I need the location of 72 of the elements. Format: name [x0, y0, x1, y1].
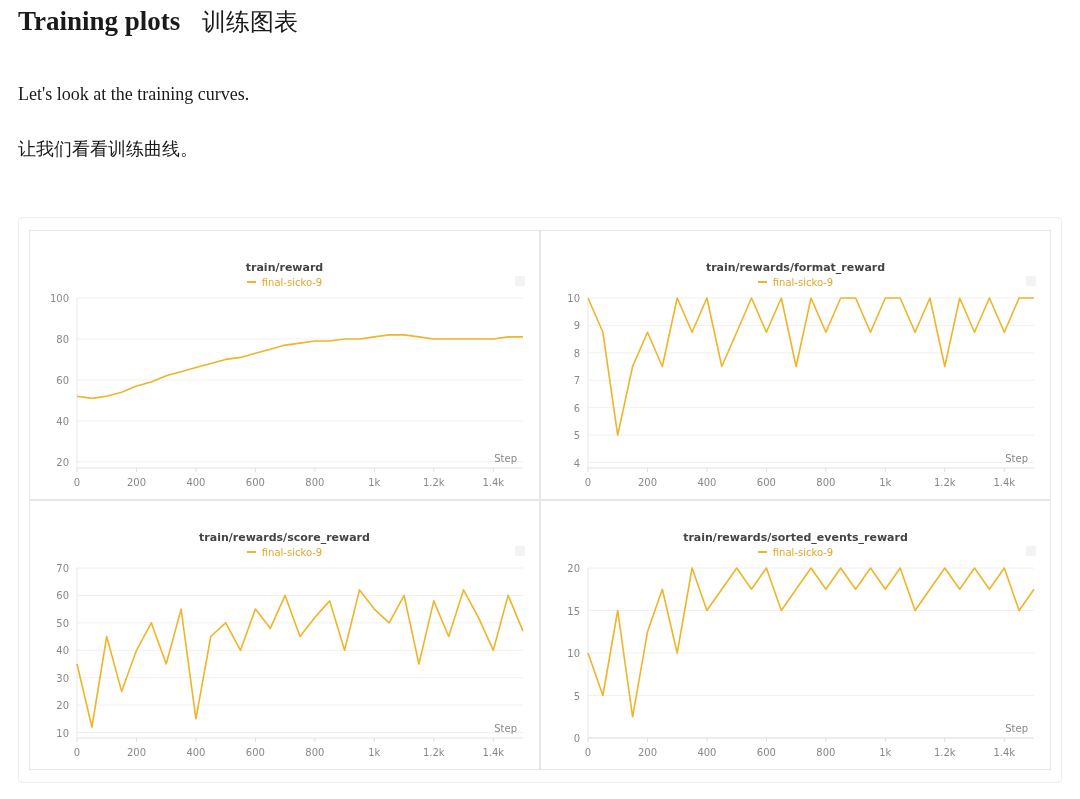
y-tick-label: 9	[573, 320, 580, 332]
x-tick-label: 1.2k	[933, 747, 956, 758]
x-tick-label: 800	[304, 477, 324, 488]
y-tick-label: 0	[573, 733, 580, 744]
x-axis-label: Step	[1004, 723, 1028, 734]
x-tick-label: 600	[756, 477, 776, 488]
x-tick-label: 1k	[367, 477, 380, 488]
heading-title: Training plots	[18, 6, 181, 37]
x-tick-label: 1.2k	[422, 747, 445, 758]
y-tick-label: 40	[55, 645, 69, 657]
x-tick-label: 1.4k	[992, 477, 1015, 488]
x-tick-label: 400	[696, 477, 716, 488]
y-tick-label: 15	[566, 605, 580, 617]
y-tick-label: 20	[55, 456, 69, 468]
y-tick-label: 30	[55, 672, 69, 684]
y-tick-label: 100	[49, 293, 69, 304]
paragraph: Let's look at the training curves.	[18, 84, 251, 105]
x-tick-label: 0	[73, 477, 80, 488]
x-tick-label: 600	[245, 477, 265, 488]
x-tick-label: 400	[185, 747, 205, 758]
paragraph: 让我们看看训练曲线。	[18, 138, 199, 161]
heading-subtitle: 训练图表	[202, 7, 299, 38]
legend-item: final-sicko-9	[757, 546, 834, 558]
x-tick-label: 200	[637, 477, 657, 488]
y-tick-label: 80	[55, 333, 69, 345]
x-tick-label: 400	[696, 747, 716, 758]
x-tick-label: 600	[245, 747, 265, 758]
x-axis-label: Step	[493, 453, 517, 464]
y-tick-label: 10	[566, 648, 580, 659]
legend-item: final-sicko-9	[246, 276, 323, 288]
x-tick-label: 1k	[878, 477, 891, 488]
y-tick-label: 60	[55, 590, 69, 602]
y-tick-label: 5	[573, 690, 580, 702]
x-tick-label: 200	[126, 477, 146, 488]
x-axis-label: Step	[493, 723, 517, 734]
y-tick-label: 50	[55, 617, 69, 629]
x-tick-label: 0	[73, 747, 80, 758]
legend-item: final-sicko-9	[757, 276, 834, 288]
x-tick-label: 200	[126, 747, 146, 758]
y-tick-label: 10	[55, 727, 69, 739]
y-tick-label: 8	[573, 347, 580, 359]
x-tick-label: 600	[756, 747, 776, 758]
x-axis-label: Step	[1004, 453, 1028, 464]
y-tick-label: 7	[573, 375, 580, 387]
y-tick-label: 60	[55, 374, 69, 386]
x-tick-label: 400	[185, 477, 205, 488]
y-tick-label: 20	[55, 700, 69, 712]
x-tick-label: 800	[815, 477, 835, 488]
chart-title: train/rewards/format_reward	[705, 261, 886, 274]
x-tick-label: 1.4k	[481, 747, 504, 758]
chart-title: train/reward	[245, 261, 324, 274]
y-tick-label: 20	[566, 563, 580, 574]
x-tick-label: 1.2k	[933, 477, 956, 488]
y-tick-label: 40	[55, 415, 69, 427]
chart-title: train/rewards/sorted_events_reward	[683, 531, 908, 544]
y-tick-label: 6	[573, 402, 580, 414]
x-tick-label: 800	[815, 747, 835, 758]
x-tick-label: 1k	[878, 747, 891, 758]
y-tick-label: 4	[573, 457, 580, 469]
x-tick-label: 200	[637, 747, 657, 758]
y-tick-label: 5	[573, 430, 580, 442]
x-tick-label: 800	[304, 747, 324, 758]
legend-item: final-sicko-9	[246, 546, 323, 558]
x-tick-label: 0	[584, 747, 591, 758]
y-tick-label: 70	[55, 563, 69, 574]
y-tick-label: 10	[566, 293, 580, 304]
chart-title: train/rewards/score_reward	[199, 531, 370, 544]
x-tick-label: 1.4k	[992, 747, 1015, 758]
x-tick-label: 1k	[367, 747, 380, 758]
x-tick-label: 0	[584, 477, 591, 488]
x-tick-label: 1.2k	[422, 477, 445, 488]
x-tick-label: 1.4k	[481, 477, 504, 488]
